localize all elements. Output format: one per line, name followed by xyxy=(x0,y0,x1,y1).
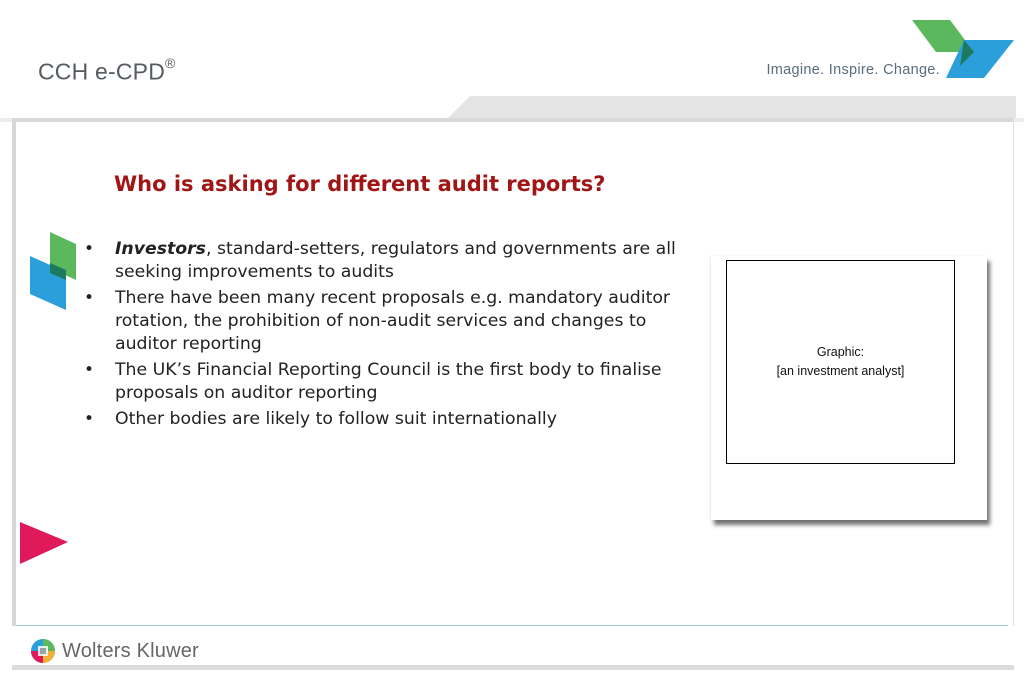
graphic-placeholder: Graphic: [an investment analyst] xyxy=(726,260,955,464)
left-decoration-icon xyxy=(30,232,76,310)
footer-band xyxy=(12,665,1014,670)
bullet-text: Other bodies are likely to follow suit i… xyxy=(115,409,557,429)
slide-title: Who is asking for different audit report… xyxy=(114,172,606,196)
bullet-text: There have been many recent proposals e.… xyxy=(115,288,671,354)
bullet-list: Investors, standard-setters, regulators … xyxy=(84,238,684,434)
wolters-kluwer-globe-icon xyxy=(31,639,55,663)
registered-mark: ® xyxy=(165,55,176,71)
bullet-item: The UK’s Financial Reporting Council is … xyxy=(84,359,684,405)
footer-company-name: Wolters Kluwer xyxy=(62,640,199,662)
brand-shapes-icon xyxy=(912,20,1014,78)
bullet-item: There have been many recent proposals e.… xyxy=(84,287,684,356)
graphic-label: Graphic: xyxy=(816,345,865,359)
bullet-text: The UK’s Financial Reporting Council is … xyxy=(115,360,662,403)
brand-logo-text: CCH e-CPD® xyxy=(38,55,176,86)
footer-divider xyxy=(16,625,1008,626)
graphic-placeholder-card: Graphic: [an investment analyst] xyxy=(711,256,987,520)
bullet-emphasis: Investors xyxy=(115,239,206,259)
brand-name: CCH e-CPD xyxy=(38,58,166,85)
bullet-item: Other bodies are likely to follow suit i… xyxy=(84,408,684,431)
bullet-item: Investors, standard-setters, regulators … xyxy=(84,238,684,284)
graphic-description: [an investment analyst] xyxy=(776,364,905,378)
pink-arrow-icon xyxy=(20,522,68,564)
slide: CCH e-CPD® Imagine. Inspire. Change. Who… xyxy=(0,0,1024,682)
